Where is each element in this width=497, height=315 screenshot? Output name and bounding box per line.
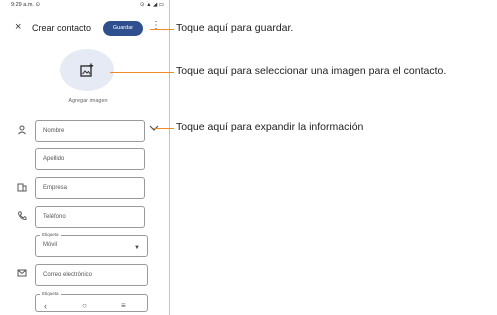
last-name-placeholder: Apellido	[43, 156, 65, 162]
nav-back-icon[interactable]: ‹	[44, 301, 47, 311]
callout-expand: Toque aquí para expandir la información	[176, 121, 364, 133]
add-photo-icon	[80, 63, 94, 77]
email-placeholder: Correo electrónico	[43, 272, 93, 278]
person-icon	[18, 125, 26, 135]
status-bar: 9:29 a.m. ⊙ ⊙ ▲ ◢ ▭	[8, 0, 170, 12]
navigation-bar: ‹ ○ ≡	[8, 301, 170, 315]
callout-save: Toque aquí para guardar.	[176, 22, 294, 34]
callout-image: Toque aquí para seleccionar una imagen p…	[176, 65, 447, 77]
image-leader-line	[110, 72, 174, 73]
phone-placeholder: Teléfono	[43, 214, 66, 220]
status-time: 9:29 a.m. ⊙	[11, 2, 41, 8]
name-placeholder: Nombre	[43, 128, 65, 134]
save-button[interactable]: Guardar	[103, 21, 143, 36]
phone-icon	[18, 211, 27, 220]
last-name-field[interactable]: Apellido	[35, 148, 145, 170]
phone-type-value: Móvil	[43, 242, 58, 248]
screen-edge-divider	[169, 0, 170, 315]
company-placeholder: Empresa	[43, 185, 68, 191]
dropdown-arrow-icon: ▼	[134, 245, 140, 251]
company-field[interactable]: Empresa	[35, 177, 145, 199]
company-icon	[17, 183, 27, 192]
expand-leader-line	[153, 128, 174, 129]
email-label-tag: Etiqueta	[40, 291, 61, 296]
app-bar: × Crear contacto Guardar ⋮	[8, 16, 170, 42]
close-icon[interactable]: ×	[15, 21, 21, 33]
phone-label-select[interactable]: Etiqueta Móvil ▼	[35, 232, 148, 257]
status-icons: ⊙ ▲ ◢ ▭	[139, 2, 164, 8]
phone-label-tag: Etiqueta	[40, 232, 61, 237]
email-field[interactable]: Correo electrónico	[35, 264, 148, 286]
phone-screen: 9:29 a.m. ⊙ ⊙ ▲ ◢ ▭ × Crear contacto Gua…	[8, 0, 170, 315]
page-title: Crear contacto	[32, 23, 92, 33]
phone-field[interactable]: Teléfono	[35, 206, 145, 228]
add-photo-label: Agregar imagen	[68, 98, 108, 104]
save-leader-line	[150, 29, 174, 30]
email-icon	[17, 269, 27, 277]
nav-recents-icon[interactable]: ≡	[121, 301, 126, 310]
nav-home-icon[interactable]: ○	[82, 301, 87, 310]
name-field[interactable]: Nombre	[35, 120, 145, 142]
add-photo-button[interactable]	[60, 49, 114, 91]
